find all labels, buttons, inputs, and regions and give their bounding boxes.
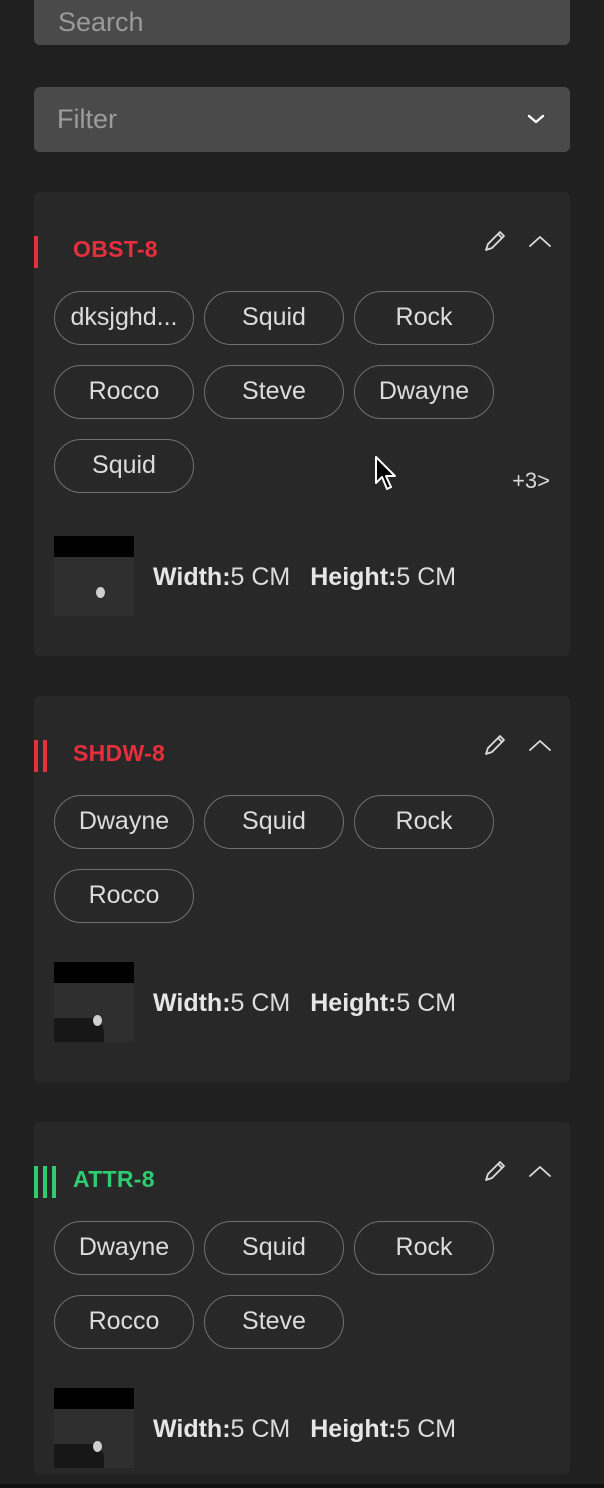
card-title: OBST-8 bbox=[73, 236, 158, 262]
tag-chip[interactable]: Rocco bbox=[54, 1295, 194, 1349]
chevron-down-icon bbox=[527, 114, 545, 124]
dimensions: Width:5 CM Height:5 CM bbox=[153, 989, 456, 1018]
filter-label: Filter bbox=[57, 104, 117, 134]
width-value: 5 CM bbox=[230, 989, 291, 1017]
height-value: 5 CM bbox=[396, 989, 457, 1017]
search-field[interactable] bbox=[34, 0, 570, 45]
width-label: Width: bbox=[153, 989, 231, 1017]
tag-chip[interactable]: Squid bbox=[204, 1221, 344, 1275]
thumbnail-image bbox=[54, 1388, 134, 1468]
width-label: Width: bbox=[153, 563, 231, 591]
width-value: 5 CM bbox=[230, 1415, 291, 1443]
tag-chip[interactable]: Dwayne bbox=[54, 795, 194, 849]
bottom-divider bbox=[0, 1484, 604, 1488]
height-value: 5 CM bbox=[396, 1415, 457, 1443]
height-label: Height: bbox=[310, 989, 397, 1017]
chevron-up-icon[interactable] bbox=[528, 738, 552, 752]
tag-chip[interactable]: Rock bbox=[354, 1221, 494, 1275]
dimensions: Width:5 CM Height:5 CM bbox=[153, 563, 456, 592]
pencil-icon[interactable] bbox=[482, 1158, 508, 1184]
thumbnail-image bbox=[54, 536, 134, 616]
tag-chip[interactable]: Squid bbox=[54, 439, 194, 493]
width-label: Width: bbox=[153, 1415, 231, 1443]
tag-chip[interactable]: Rocco bbox=[54, 365, 194, 419]
search-input[interactable] bbox=[34, 0, 570, 45]
tag-chip[interactable]: Rock bbox=[354, 291, 494, 345]
tag-chip[interactable]: Squid bbox=[204, 795, 344, 849]
chevron-up-icon[interactable] bbox=[528, 234, 552, 248]
tag-chip[interactable]: Steve bbox=[204, 1295, 344, 1349]
annotation-card: SHDW-8 Dwayne Squid Rock Rocco Width:5 C… bbox=[34, 696, 570, 1082]
pencil-icon[interactable] bbox=[482, 732, 508, 758]
filter-dropdown[interactable]: Filter bbox=[34, 87, 570, 152]
height-label: Height: bbox=[310, 563, 397, 591]
chevron-up-icon[interactable] bbox=[528, 1164, 552, 1178]
card-title: ATTR-8 bbox=[73, 1166, 155, 1192]
card-title: SHDW-8 bbox=[73, 740, 166, 766]
pencil-icon[interactable] bbox=[482, 228, 508, 254]
tag-chip[interactable]: Steve bbox=[204, 365, 344, 419]
annotation-card: ATTR-8 Dwayne Squid Rock Rocco Steve Wid… bbox=[34, 1122, 570, 1474]
more-tags-link[interactable]: +3> bbox=[512, 468, 550, 494]
tag-chip[interactable]: Squid bbox=[204, 291, 344, 345]
tag-chip[interactable]: Dwayne bbox=[354, 365, 494, 419]
tag-chip[interactable]: Rocco bbox=[54, 869, 194, 923]
height-value: 5 CM bbox=[396, 563, 457, 591]
severity-bars bbox=[34, 236, 38, 268]
tag-chip[interactable]: dksjghd... bbox=[54, 291, 194, 345]
severity-bars bbox=[34, 740, 47, 772]
mouse-pointer-icon bbox=[375, 456, 396, 490]
severity-bars bbox=[34, 1166, 56, 1198]
dimensions: Width:5 CM Height:5 CM bbox=[153, 1415, 456, 1444]
width-value: 5 CM bbox=[230, 563, 291, 591]
height-label: Height: bbox=[310, 1415, 397, 1443]
thumbnail-image bbox=[54, 962, 134, 1042]
annotation-card: OBST-8 dksjghd... Squid Rock Rocco Steve… bbox=[34, 192, 570, 656]
tag-chip[interactable]: Dwayne bbox=[54, 1221, 194, 1275]
tag-chip[interactable]: Rock bbox=[354, 795, 494, 849]
